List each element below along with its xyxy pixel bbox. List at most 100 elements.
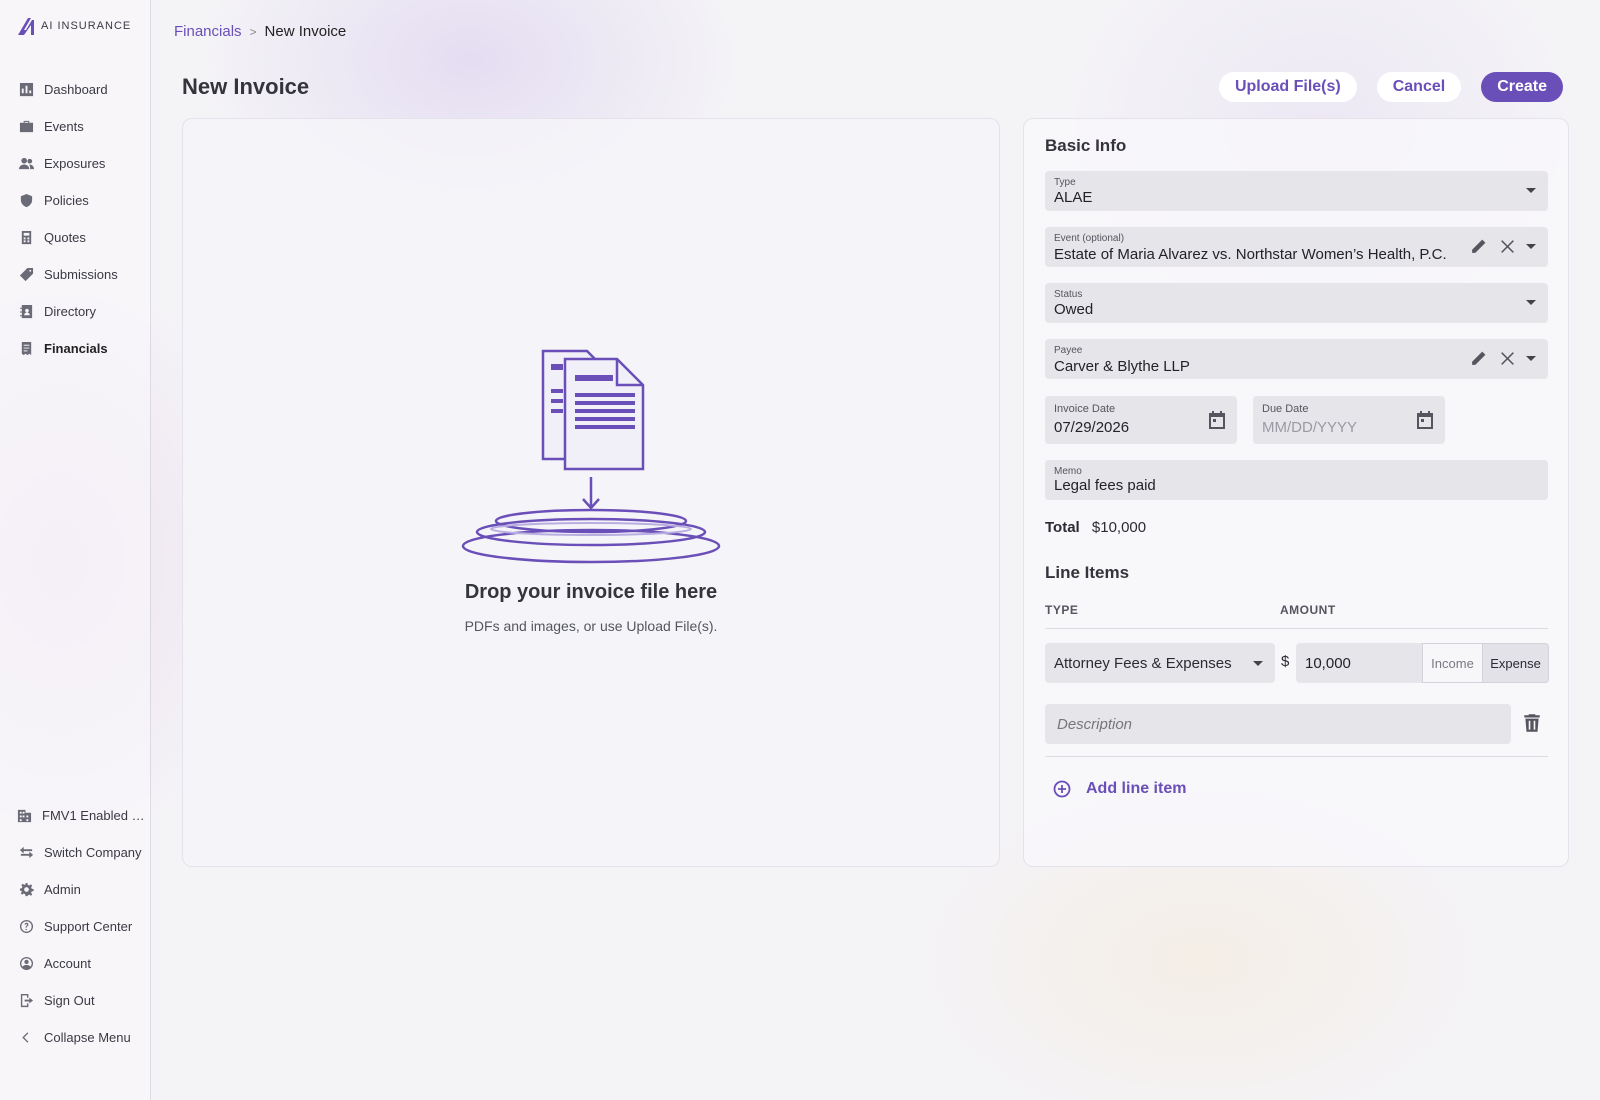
sidebar-item-switch-company[interactable]: Switch Company <box>0 834 151 871</box>
calendar-icon[interactable] <box>1207 410 1227 430</box>
clear-close-icon[interactable] <box>1499 350 1516 367</box>
sidebar-item-admin[interactable]: Admin <box>0 871 151 908</box>
tag-icon <box>18 267 34 283</box>
sidebar-item-label: FMV1 Enabled Company <box>42 808 148 823</box>
file-dropzone[interactable]: Drop your invoice file here PDFs and ima… <box>182 118 1000 867</box>
receipt-icon <box>18 341 34 357</box>
event-value: Estate of Maria Alvarez vs. Northstar Wo… <box>1054 246 1447 263</box>
upload-files-button[interactable]: Upload File(s) <box>1218 72 1357 102</box>
sidebar-item-collapse-menu[interactable]: Collapse Menu <box>0 1019 151 1056</box>
basic-info-heading: Basic Info <box>1045 136 1127 155</box>
column-header-amount: AMOUNT <box>1280 603 1336 617</box>
logo[interactable]: AI INSURANCE <box>16 16 131 36</box>
add-circle-icon <box>1053 780 1071 798</box>
line-item-amount-group: Income Expense <box>1296 643 1549 683</box>
sidebar-item-label: Account <box>44 956 91 971</box>
sidebar-item-label: Quotes <box>44 230 86 245</box>
income-toggle[interactable]: Income <box>1422 643 1482 683</box>
sidebar-item-label: Financials <box>44 341 108 356</box>
clear-close-icon[interactable] <box>1499 238 1516 255</box>
type-value: ALAE <box>1054 189 1093 206</box>
sidebar-item-account[interactable]: Account <box>0 945 151 982</box>
create-button[interactable]: Create <box>1481 72 1563 102</box>
sidebar-item-submissions[interactable]: Submissions <box>0 256 151 293</box>
sidebar-item-label: Exposures <box>44 156 106 171</box>
due-date-field[interactable]: Due Date MM/DD/YYYY <box>1253 396 1445 444</box>
trash-icon[interactable] <box>1521 712 1543 734</box>
sidebar-item-quotes[interactable]: Quotes <box>0 219 151 256</box>
sidebar-item-label: Submissions <box>44 267 118 282</box>
chevron-down-icon <box>1526 300 1536 305</box>
event-select[interactable]: Event (optional) Estate of Maria Alvarez… <box>1045 227 1548 267</box>
chevron-down-icon <box>1526 188 1536 193</box>
event-actions <box>1470 238 1516 255</box>
sidebar-item-financials[interactable]: Financials <box>0 330 151 367</box>
calculator-icon <box>18 230 34 246</box>
edit-pencil-icon[interactable] <box>1470 238 1487 255</box>
logo-mark-icon <box>18 18 34 35</box>
chevron-down-icon <box>1526 244 1536 249</box>
dropzone-title: Drop your invoice file here <box>464 581 718 603</box>
dashboard-icon <box>18 82 34 98</box>
sidebar-item-exposures[interactable]: Exposures <box>0 145 151 182</box>
chevron-down-icon <box>1253 661 1263 666</box>
breadcrumb-financials-link[interactable]: Financials <box>174 23 242 40</box>
sidebar-nav: Dashboard Events Exposures Policies Quot… <box>0 71 151 367</box>
breadcrumb-separator: > <box>249 24 257 39</box>
sidebar-item-label: Directory <box>44 304 97 319</box>
invoice-date-label: Invoice Date <box>1054 403 1116 415</box>
sidebar-item-dashboard[interactable]: Dashboard <box>0 71 151 108</box>
sidebar-item-label: Events <box>44 119 84 134</box>
sidebar-item-directory[interactable]: Directory <box>0 293 151 330</box>
add-line-item-label: Add line item <box>1086 780 1187 797</box>
status-select[interactable]: Status Owed <box>1045 283 1548 323</box>
line-item-description-input[interactable] <box>1045 704 1511 744</box>
payee-select[interactable]: Payee Carver & Blythe LLP <box>1045 339 1548 379</box>
sidebar-item-label: Dashboard <box>44 82 108 97</box>
page-title: New Invoice <box>182 74 310 99</box>
edit-pencil-icon[interactable] <box>1470 350 1487 367</box>
chevron-left-icon <box>18 1030 34 1046</box>
contacts-icon <box>18 304 34 320</box>
sidebar-item-company[interactable]: FMV1 Enabled Company <box>0 797 151 834</box>
help-icon <box>18 919 34 935</box>
company-icon <box>16 808 32 824</box>
invoice-form-panel: Basic Info Type ALAE Event (optional) Es… <box>1023 118 1569 867</box>
due-date-placeholder: MM/DD/YYYY <box>1262 419 1358 436</box>
people-icon <box>18 156 34 172</box>
line-item-type-value: Attorney Fees & Expenses <box>1054 655 1232 672</box>
total-summary: Total $10,000 <box>1045 519 1146 536</box>
sidebar: AI INSURANCE Dashboard Events Exposures … <box>0 0 151 1100</box>
invoice-date-field[interactable]: Invoice Date 07/29/2026 <box>1045 396 1237 444</box>
logout-icon <box>18 993 34 1009</box>
sidebar-item-sign-out[interactable]: Sign Out <box>0 982 151 1019</box>
add-line-item-button[interactable]: Add line item <box>1052 779 1186 799</box>
sidebar-item-policies[interactable]: Policies <box>0 182 151 219</box>
shield-icon <box>18 193 34 209</box>
calendar-icon[interactable] <box>1415 410 1435 430</box>
total-value: $10,000 <box>1091 519 1147 536</box>
sidebar-item-label: Policies <box>44 193 89 208</box>
sidebar-item-label: Collapse Menu <box>44 1030 131 1045</box>
breadcrumb-current: New Invoice <box>264 23 347 40</box>
due-date-label: Due Date <box>1262 403 1309 415</box>
dropzone-subtitle: PDFs and images, or use Upload File(s). <box>464 618 718 634</box>
breadcrumb: Financials > New Invoice <box>174 23 346 40</box>
status-label: Status <box>1054 289 1083 300</box>
type-label: Type <box>1054 177 1076 188</box>
sidebar-item-support-center[interactable]: Support Center <box>0 908 151 945</box>
swap-icon <box>18 845 34 861</box>
cancel-button[interactable]: Cancel <box>1376 72 1462 102</box>
line-item-amount-input[interactable] <box>1296 643 1422 683</box>
expense-toggle[interactable]: Expense <box>1482 643 1549 683</box>
sidebar-item-events[interactable]: Events <box>0 108 151 145</box>
gear-icon <box>18 882 34 898</box>
line-item-type-select[interactable]: Attorney Fees & Expenses <box>1045 643 1275 683</box>
divider <box>1045 756 1548 757</box>
logo-text: AI INSURANCE <box>41 20 132 32</box>
memo-value: Legal fees paid <box>1054 477 1156 494</box>
memo-field[interactable]: Memo Legal fees paid <box>1045 460 1548 500</box>
type-select[interactable]: Type ALAE <box>1045 171 1548 211</box>
sidebar-item-label: Support Center <box>44 919 133 934</box>
event-label: Event (optional) <box>1054 233 1125 244</box>
